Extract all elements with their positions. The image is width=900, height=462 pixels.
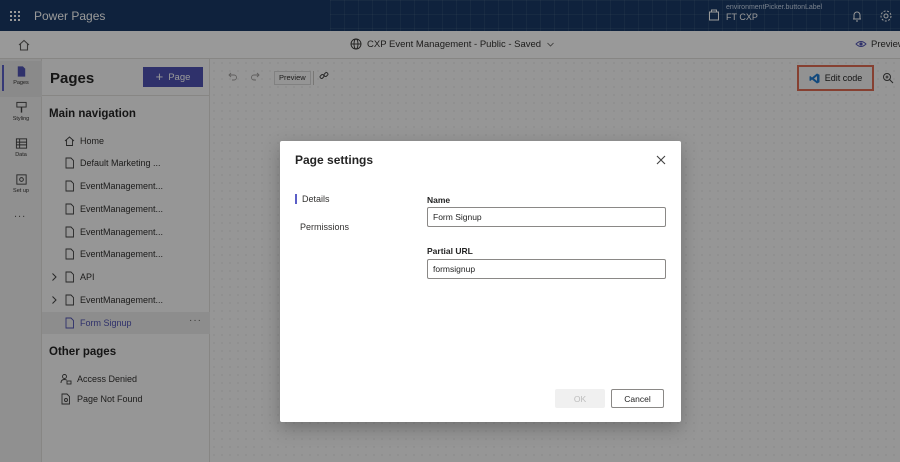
close-icon[interactable] <box>656 155 666 165</box>
partial-url-field[interactable] <box>427 259 666 279</box>
tab-details[interactable]: Details <box>295 194 330 204</box>
page-settings-dialog: Page settings Details Permissions Name P… <box>280 141 681 422</box>
cancel-button[interactable]: Cancel <box>611 389 664 408</box>
dialog-title: Page settings <box>295 153 374 167</box>
tab-permissions[interactable]: Permissions <box>295 222 349 232</box>
ok-button[interactable]: OK <box>555 389 605 408</box>
name-field[interactable] <box>427 207 666 227</box>
name-label: Name <box>427 195 451 205</box>
partial-url-label: Partial URL <box>427 246 473 256</box>
